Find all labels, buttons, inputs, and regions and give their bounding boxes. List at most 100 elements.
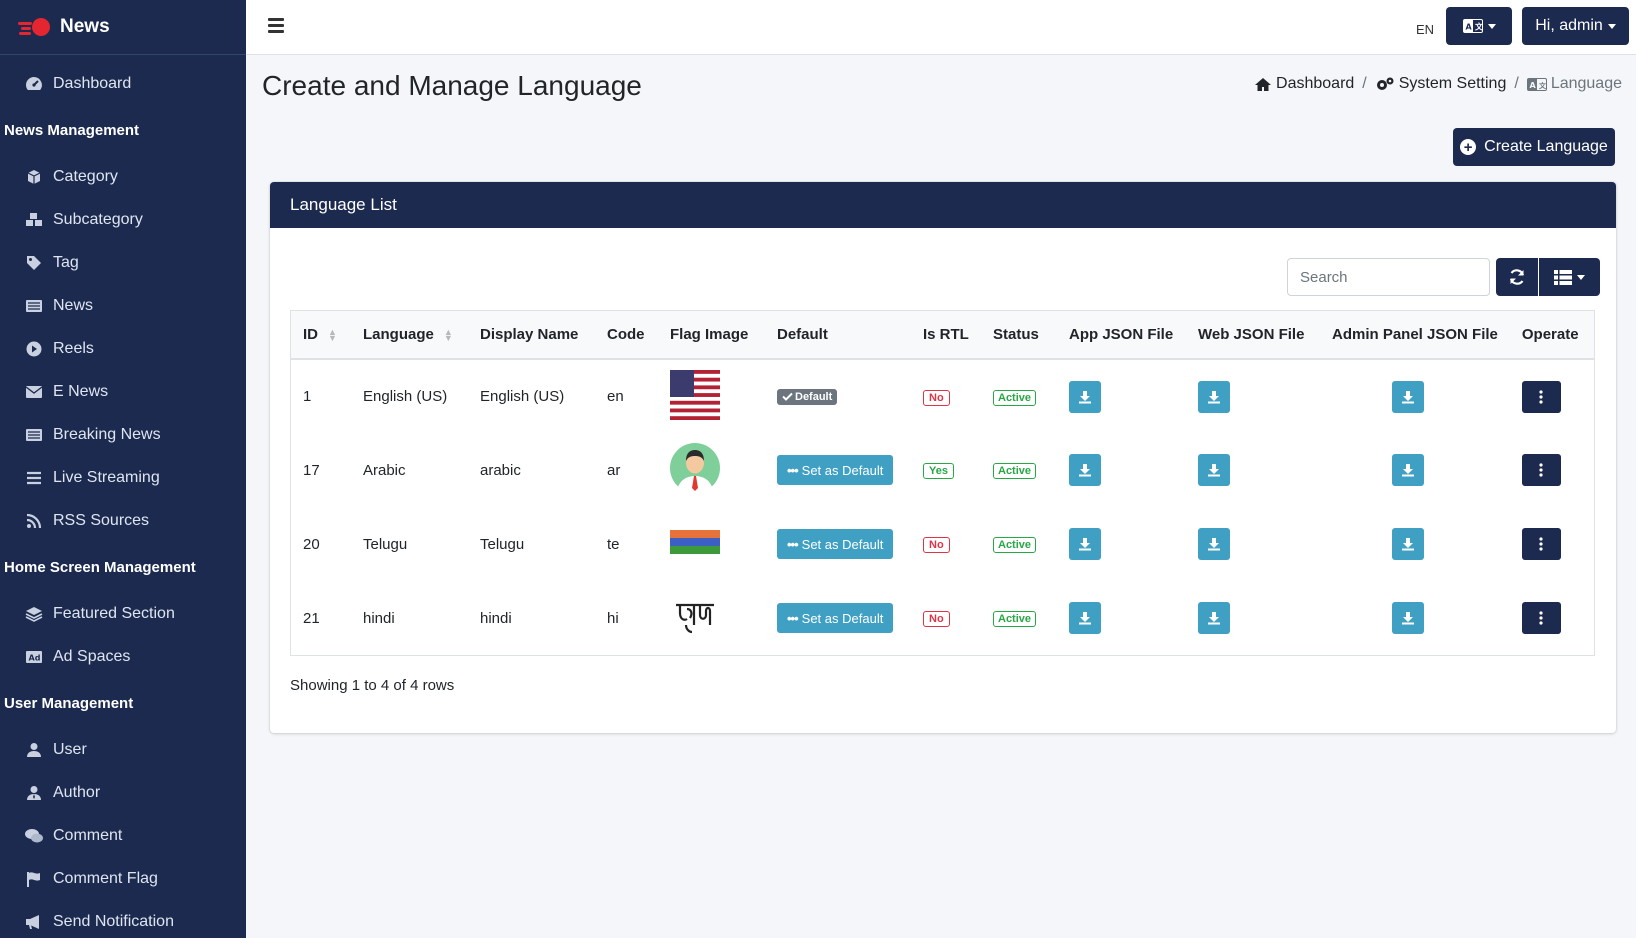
brand-name: News: [60, 16, 110, 37]
columns-toggle-button[interactable]: [1539, 258, 1600, 296]
sidebar-item-label: User: [53, 740, 87, 758]
header-default: Default: [765, 311, 911, 360]
rtl-badge: No: [923, 611, 950, 627]
cell-app-json: [1057, 359, 1186, 433]
ellipsis-vertical-icon: [1539, 389, 1543, 404]
cell-flag: [658, 581, 765, 655]
header-id[interactable]: ID ▲ ▼: [291, 311, 351, 360]
chevron-down-icon: [1487, 23, 1496, 29]
svg-text:Ad: Ad: [29, 653, 41, 662]
download-icon: [1208, 464, 1220, 477]
cell-admin-json: [1320, 433, 1510, 507]
operate-menu-button[interactable]: [1521, 528, 1561, 560]
status-badge: Active: [993, 463, 1037, 479]
envelope-icon: [24, 383, 44, 401]
download-admin-json-button[interactable]: [1392, 528, 1424, 560]
ad-icon: Ad: [24, 648, 44, 666]
cell-operate: [1510, 359, 1594, 433]
sidebar-item-user[interactable]: User: [0, 728, 246, 771]
download-web-json-button[interactable]: [1198, 528, 1230, 560]
download-admin-json-button[interactable]: [1392, 380, 1424, 413]
set-as-default-button[interactable]: ••• Set as Default: [777, 455, 894, 485]
sidebar-item-label: Live Streaming: [53, 468, 160, 486]
sidebar-item-breaking-news[interactable]: Breaking News: [0, 413, 246, 456]
set-as-default-button[interactable]: ••• Set as Default: [777, 603, 894, 633]
header-language[interactable]: Language ▲ ▼: [351, 311, 468, 360]
sidebar-item-ad-spaces[interactable]: Ad Ad Spaces: [0, 635, 246, 678]
rss-icon: [24, 512, 44, 530]
hindi-text-icon: [676, 603, 714, 634]
brand-logo-icon: [18, 16, 52, 38]
cell-rtl: No: [911, 359, 981, 433]
operate-menu-button[interactable]: [1521, 380, 1561, 413]
cell-operate: [1510, 581, 1594, 655]
sidebar-item-author[interactable]: Author: [0, 771, 246, 814]
breadcrumb-dashboard[interactable]: Dashboard: [1254, 75, 1354, 93]
svg-text:A: A: [1465, 23, 1472, 32]
download-app-json-button[interactable]: [1069, 454, 1101, 486]
search-input[interactable]: [1287, 258, 1490, 296]
download-app-json-button[interactable]: [1069, 602, 1101, 634]
sidebar-item-comment[interactable]: Comment: [0, 814, 246, 857]
sidebar-item-featured-section[interactable]: Featured Section: [0, 592, 246, 635]
cell-language: hindi: [363, 609, 395, 627]
cell-app-json: [1057, 433, 1186, 507]
language-dropdown-button[interactable]: A文: [1446, 7, 1512, 45]
language-icon: A文: [1526, 77, 1547, 91]
create-language-label: Create Language: [1484, 138, 1608, 155]
cell-id: 17: [303, 461, 320, 479]
download-web-json-button[interactable]: [1198, 454, 1230, 486]
table-row: 21 hindi hindi hi ••• Set as Default No …: [291, 581, 1594, 655]
cell-rtl: No: [911, 507, 981, 581]
cell-default: ••• Set as Default: [765, 581, 911, 655]
sidebar-item-label: News: [53, 296, 94, 314]
bullhorn-icon: [24, 913, 44, 931]
sidebar-item-reels[interactable]: Reels: [0, 327, 246, 370]
breadcrumb-label: Dashboard: [1276, 75, 1355, 92]
set-as-default-button[interactable]: ••• Set as Default: [777, 529, 894, 559]
header-label: Default: [777, 326, 828, 343]
download-icon: [1402, 612, 1414, 625]
cell-operate: [1510, 433, 1594, 507]
refresh-button[interactable]: [1496, 258, 1538, 296]
sidebar-item-dashboard[interactable]: Dashboard: [0, 62, 246, 105]
download-icon: [1079, 538, 1091, 551]
sidebar-item-live-streaming[interactable]: Live Streaming: [0, 456, 246, 499]
sidebar-item-rss-sources[interactable]: RSS Sources: [0, 499, 246, 542]
user-menu-button[interactable]: Hi, admin: [1522, 7, 1629, 45]
download-web-json-button[interactable]: [1198, 380, 1230, 413]
operate-menu-button[interactable]: [1521, 454, 1561, 486]
header-status: Status: [981, 311, 1057, 360]
cubes-icon: [24, 211, 44, 229]
plus-circle-icon: +: [1460, 139, 1477, 155]
header-label: Flag Image: [670, 326, 749, 343]
download-admin-json-button[interactable]: [1392, 454, 1424, 486]
sidebar-item-tag[interactable]: Tag: [0, 241, 246, 284]
download-app-json-button[interactable]: [1069, 380, 1101, 413]
sidebar-item-subcategory[interactable]: Subcategory: [0, 198, 246, 241]
download-web-json-button[interactable]: [1198, 602, 1230, 634]
ellipsis-icon: •••: [787, 462, 799, 478]
operate-menu-button[interactable]: [1521, 602, 1561, 634]
table-row: 20 Telugu Telugu te ••• Set as Default N…: [291, 507, 1594, 581]
cell-flag: [658, 359, 765, 433]
cell-code: te: [607, 535, 620, 553]
brand[interactable]: News: [0, 0, 246, 55]
sidebar-item-e-news[interactable]: E News: [0, 370, 246, 413]
cell-web-json: [1186, 581, 1320, 655]
download-admin-json-button[interactable]: [1392, 602, 1424, 634]
breadcrumb-system-setting[interactable]: System Setting: [1375, 75, 1506, 93]
sidebar-item-news[interactable]: News: [0, 284, 246, 327]
sidebar-item-category[interactable]: Category: [0, 155, 246, 198]
menu-toggle-icon[interactable]: [268, 18, 284, 33]
cube-icon: [24, 168, 44, 186]
cell-admin-json: [1320, 507, 1510, 581]
cell-default: Default: [765, 359, 911, 433]
sidebar-item-comment-flag[interactable]: Comment Flag: [0, 857, 246, 900]
download-app-json-button[interactable]: [1069, 528, 1101, 560]
header-label: Web JSON File: [1198, 326, 1305, 343]
create-language-button[interactable]: + Create Language: [1453, 128, 1615, 166]
th-list-icon: [1554, 269, 1572, 285]
sidebar-item-send-notification[interactable]: Send Notification: [0, 900, 246, 938]
cell-rtl: Yes: [911, 433, 981, 507]
